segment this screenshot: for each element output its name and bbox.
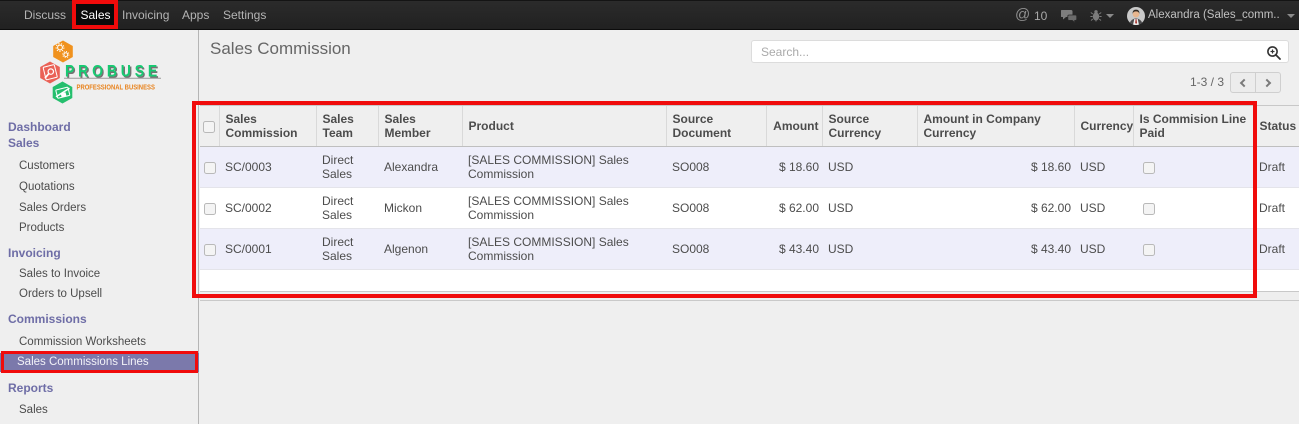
svg-text:PROFESSIONAL BUSINESS: PROFESSIONAL BUSINESS [77,84,156,92]
